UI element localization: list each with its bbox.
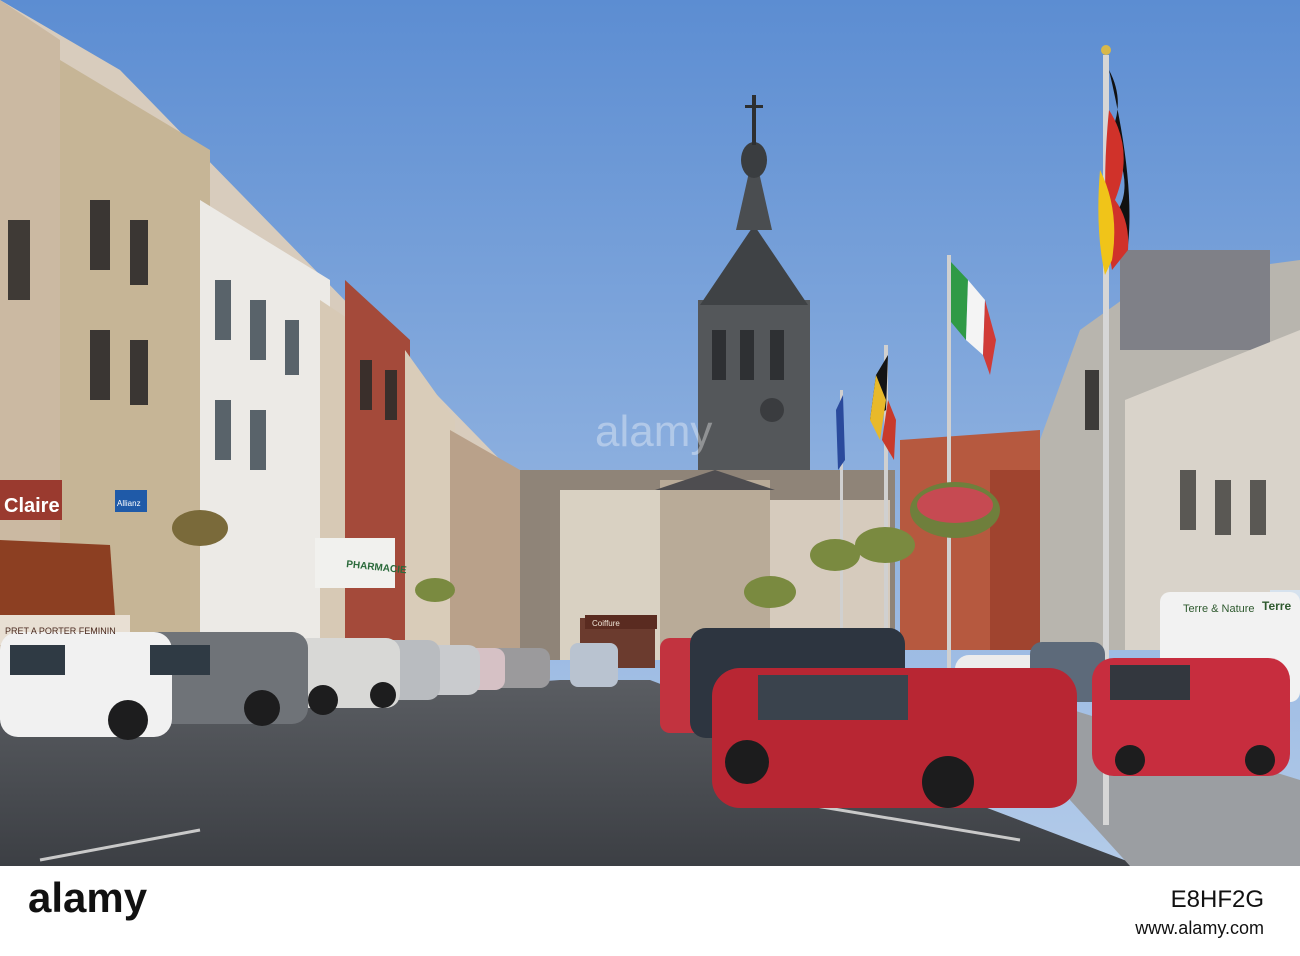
- shop-sign-claire: Claire: [4, 495, 60, 517]
- van-sign-terre-nature: Terre & Nature: [1183, 603, 1255, 615]
- street-photo: Claire PRET A PORTER FEMININ Allianz PHA…: [0, 0, 1300, 866]
- watermark-text: alamy: [595, 407, 712, 456]
- shop-sign-allianz: Allianz: [117, 499, 141, 508]
- van-centre: [570, 643, 618, 687]
- footer-logo: alamy: [28, 874, 148, 921]
- street-scene-svg: Claire PRET A PORTER FEMININ Allianz PHA…: [0, 0, 1300, 866]
- shop-sign-coiffure: Coiffure: [592, 619, 620, 628]
- van-sign-terre: Terre: [1262, 599, 1291, 613]
- footer-image-id: E8HF2G: [1170, 886, 1264, 913]
- shop-sign-pret-a-porter: PRET A PORTER FEMININ: [5, 626, 116, 636]
- footer-url: www.alamy.com: [1135, 918, 1264, 938]
- watermark-overlay: alamy: [595, 407, 712, 456]
- footer-strip: alamy E8HF2G www.alamy.com: [0, 866, 1300, 956]
